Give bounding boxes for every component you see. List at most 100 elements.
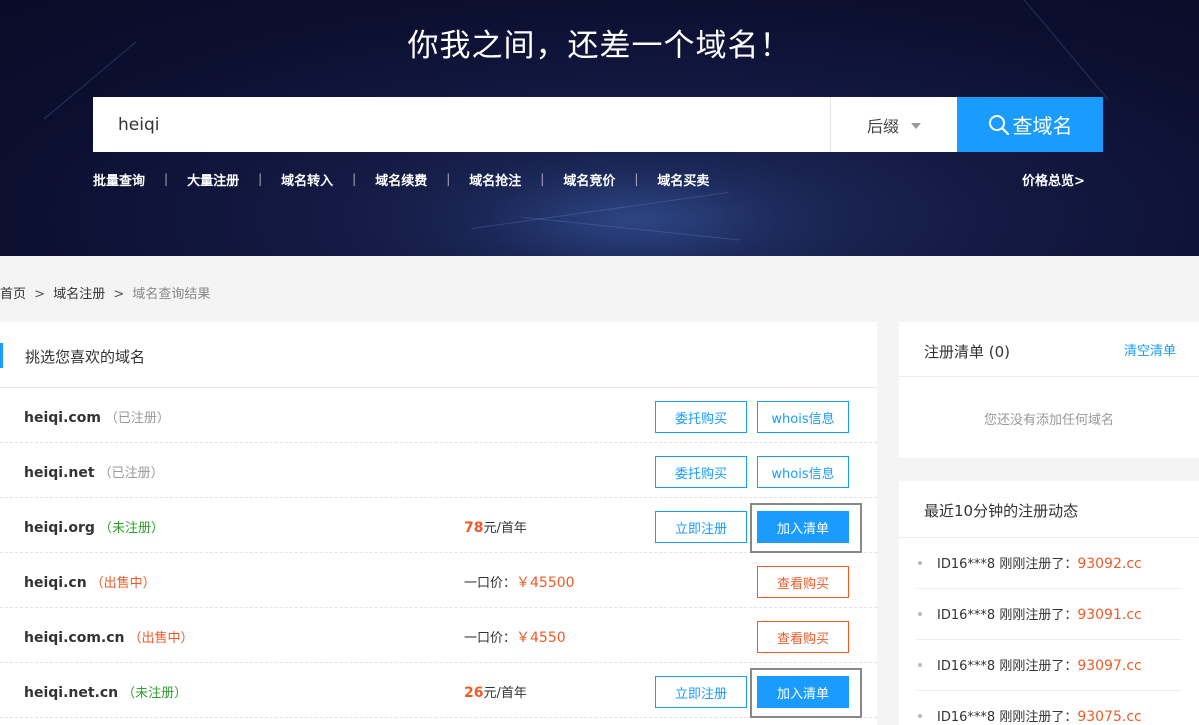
domain-text: heiqi.net <box>24 465 95 481</box>
nav-separator: | <box>634 172 639 186</box>
recent-user: ID16***8 <box>937 659 996 674</box>
suffix-dropdown[interactable]: 后缀 <box>830 97 957 152</box>
entrust-buy-button[interactable]: 委托购买 <box>655 401 747 433</box>
price-amount: 78 <box>464 520 484 536</box>
recent-title: 最近10分钟的注册动态 <box>924 502 1079 520</box>
recent-user: ID16***8 <box>937 608 996 623</box>
domain-name: heiqi.cn （出售中） <box>24 572 156 591</box>
nav-domain-transfer[interactable]: 域名转入 <box>281 170 333 189</box>
bullet-dot <box>918 561 922 565</box>
fixed-price-amount: ￥4550 <box>516 630 566 646</box>
search-box: 后缀 <box>93 97 957 152</box>
domain-fixed-price: 一口价：￥4550 <box>464 627 566 647</box>
fixed-price-label: 一口价： <box>464 631 517 646</box>
domain-name: heiqi.com.cn （出售中） <box>24 627 194 646</box>
breadcrumb-home[interactable]: 首页 <box>0 287 26 302</box>
fixed-price-amount: ￥45500 <box>516 575 575 591</box>
breadcrumb: 首页 > 域名注册 > 域名查询结果 <box>0 283 210 302</box>
nav-domain-backorder[interactable]: 域名抢注 <box>469 170 521 189</box>
quick-nav: 批量查询 | 大量注册 | 域名转入 | 域名续费 | 域名抢注 | 域名竞价 … <box>93 170 709 189</box>
domain-name: heiqi.com （已注册） <box>24 407 170 426</box>
nav-domain-renew[interactable]: 域名续费 <box>375 170 427 189</box>
recent-entry-text: ID16***8 刚刚注册了：93091.cc <box>937 604 1142 623</box>
add-to-list-button[interactable]: 加入清单 <box>757 676 849 708</box>
domain-text: heiqi.net.cn <box>24 685 119 701</box>
register-now-button[interactable]: 立即注册 <box>655 676 747 708</box>
domain-status: （已注册） <box>98 466 164 481</box>
clear-cart-link[interactable]: 清空清单 <box>1124 340 1176 359</box>
cart-title: 注册清单 (0) <box>924 343 1011 361</box>
view-buy-button[interactable]: 查看购买 <box>757 566 849 598</box>
nav-domain-auction[interactable]: 域名竞价 <box>563 170 615 189</box>
register-now-button[interactable]: 立即注册 <box>655 511 747 543</box>
price-unit: 元/首年 <box>483 521 527 536</box>
domain-price: 78元/首年 <box>464 517 527 536</box>
domain-text: heiqi.com.cn <box>24 630 125 646</box>
recent-list: ID16***8 刚刚注册了：93092.cc ID16***8 刚刚注册了：9… <box>917 538 1181 725</box>
breadcrumb-separator: > <box>113 287 125 302</box>
domain-text: heiqi.cn <box>24 575 87 591</box>
nav-separator: | <box>164 172 169 186</box>
recent-domain-link[interactable]: 93097.cc <box>1077 658 1141 674</box>
recent-user: ID16***8 <box>937 557 996 572</box>
recent-entry-text: ID16***8 刚刚注册了：93075.cc <box>937 706 1142 725</box>
search-button-label: 查域名 <box>1012 114 1073 138</box>
recent-entry-text: ID16***8 刚刚注册了：93097.cc <box>937 655 1142 674</box>
recent-entry-text: ID16***8 刚刚注册了：93092.cc <box>937 553 1142 572</box>
domain-name: heiqi.org （未注册） <box>24 517 164 536</box>
breadcrumb-register[interactable]: 域名注册 <box>53 287 105 302</box>
add-to-list-button[interactable]: 加入清单 <box>757 511 849 543</box>
list-item: ID16***8 刚刚注册了：93097.cc <box>917 640 1181 691</box>
price-overview-link[interactable]: 价格总览> <box>1022 170 1085 189</box>
bullet-dot <box>918 612 922 616</box>
entrust-buy-button[interactable]: 委托购买 <box>655 456 747 488</box>
domain-fixed-price: 一口价：￥45500 <box>464 572 575 592</box>
whois-button[interactable]: whois信息 <box>757 456 849 488</box>
hero-banner: 你我之间，还差一个域名！ 后缀 查域名 批量查询 | 大量注册 | 域名转入 |… <box>0 0 1199 256</box>
domain-row: heiqi.com.cn （出售中） 一口价：￥4550 查看购买 <box>0 608 877 663</box>
caret-down-icon <box>911 122 921 129</box>
domain-row: heiqi.cn （出售中） 一口价：￥45500 查看购买 <box>0 553 877 608</box>
list-item: ID16***8 刚刚注册了：93091.cc <box>917 589 1181 640</box>
domain-text: heiqi.org <box>24 520 95 536</box>
nav-domain-trade[interactable]: 域名买卖 <box>657 170 709 189</box>
nav-separator: | <box>446 172 451 186</box>
domain-status: （未注册） <box>122 686 188 701</box>
domain-status: （未注册） <box>98 521 164 536</box>
domain-search-input[interactable] <box>93 97 830 152</box>
domain-price: 26元/首年 <box>464 682 527 701</box>
recent-user: ID16***8 <box>937 710 996 725</box>
domain-row: heiqi.org （未注册） 78元/首年 立即注册 加入清单 <box>0 498 877 553</box>
recent-registrations-panel: 最近10分钟的注册动态 ID16***8 刚刚注册了：93092.cc ID16… <box>899 481 1199 725</box>
whois-button[interactable]: whois信息 <box>757 401 849 433</box>
price-amount: 26 <box>464 685 484 701</box>
cart-header: 注册清单 (0) 清空清单 <box>899 322 1199 377</box>
breadcrumb-current: 域名查询结果 <box>132 287 211 302</box>
recent-domain-link[interactable]: 93075.cc <box>1077 709 1141 725</box>
domain-status: （出售中） <box>128 631 194 646</box>
domain-status: （已注册） <box>104 411 170 426</box>
breadcrumb-separator: > <box>34 287 46 302</box>
nav-separator: | <box>540 172 545 186</box>
domain-row: heiqi.net （已注册） 委托购买 whois信息 <box>0 443 877 498</box>
domain-name: heiqi.net.cn （未注册） <box>24 682 187 701</box>
hero-title: 你我之间，还差一个域名！ <box>407 28 792 64</box>
nav-bulk-register[interactable]: 大量注册 <box>187 170 239 189</box>
results-header: 挑选您喜欢的域名 <box>0 322 877 388</box>
results-panel: 挑选您喜欢的域名 heiqi.com （已注册） 委托购买 whois信息 hei… <box>0 322 877 725</box>
view-buy-button[interactable]: 查看购买 <box>757 621 849 653</box>
nav-batch-query[interactable]: 批量查询 <box>93 170 145 189</box>
domain-status: （出售中） <box>90 576 156 591</box>
bullet-dot <box>918 663 922 667</box>
nav-separator: | <box>258 172 263 186</box>
domain-row: heiqi.com （已注册） 委托购买 whois信息 <box>0 388 877 443</box>
price-unit: 元/首年 <box>483 686 527 701</box>
search-domain-button[interactable]: 查域名 <box>957 97 1103 152</box>
recent-domain-link[interactable]: 93091.cc <box>1077 607 1141 623</box>
recent-domain-link[interactable]: 93092.cc <box>1077 556 1141 572</box>
domain-name: heiqi.net （已注册） <box>24 462 164 481</box>
cart-empty-message: 您还没有添加任何域名 <box>983 413 1114 428</box>
cart-panel: 注册清单 (0) 清空清单 您还没有添加任何域名 <box>899 322 1199 458</box>
suffix-label: 后缀 <box>866 116 899 136</box>
recent-action: 刚刚注册了： <box>999 659 1078 674</box>
